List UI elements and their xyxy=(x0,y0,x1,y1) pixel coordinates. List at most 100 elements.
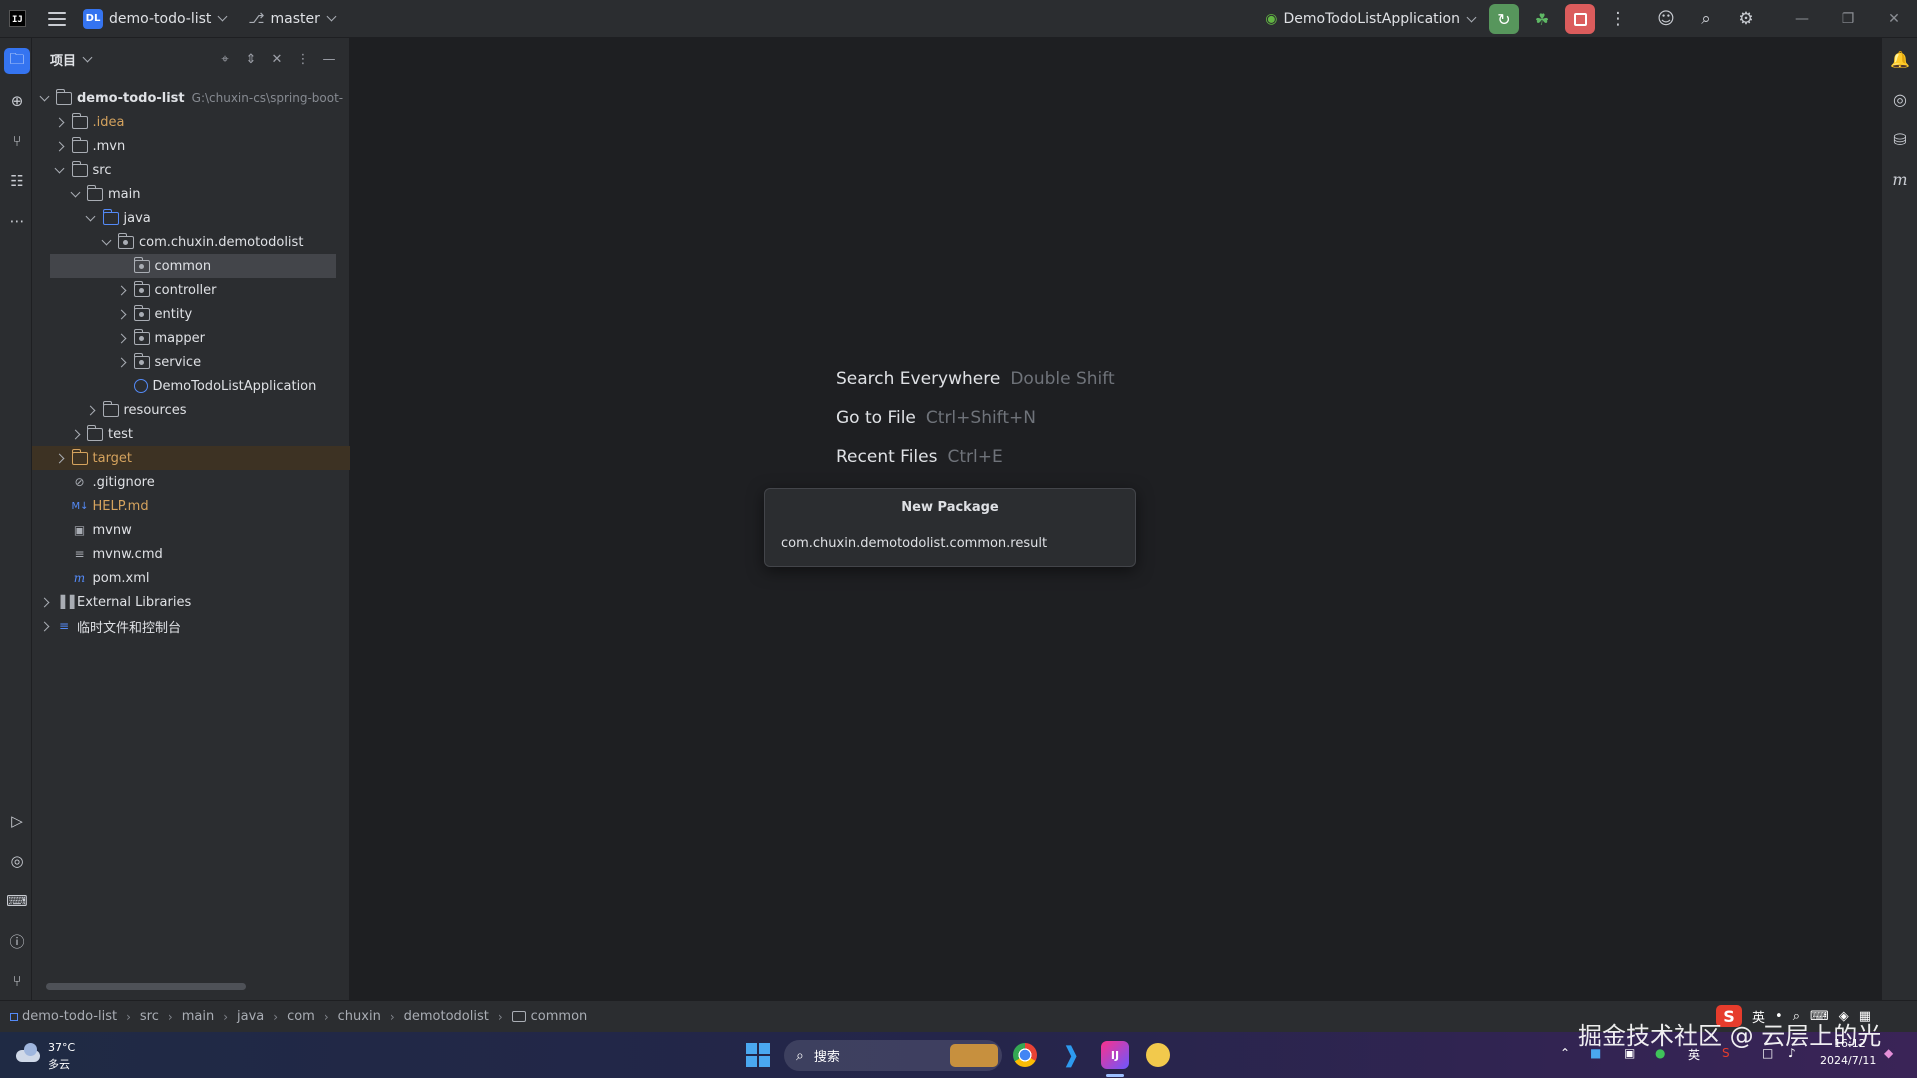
tree-item[interactable]: controller xyxy=(32,278,350,302)
project-tool-folder-icon[interactable]: 🗀 xyxy=(4,48,30,74)
chevron-down-icon[interactable] xyxy=(82,52,93,62)
chevron-right-icon[interactable] xyxy=(116,356,128,368)
chevron-right-icon[interactable] xyxy=(54,452,66,464)
tree-item[interactable]: DemoTodoListApplication xyxy=(32,374,350,398)
tree-item[interactable]: .idea xyxy=(32,110,350,134)
tree-item[interactable]: entity xyxy=(32,302,350,326)
collapse-all-icon[interactable]: ✕ xyxy=(269,52,285,67)
tree-item[interactable]: ⊘ .gitignore xyxy=(32,470,350,494)
hide-panel-icon[interactable]: — xyxy=(321,52,337,67)
notifications-icon[interactable]: 🔔 xyxy=(1887,46,1913,72)
weather-description[interactable]: 多云 xyxy=(48,1056,70,1072)
settings-icon[interactable]: ⚙ xyxy=(1729,4,1763,34)
tray-overflow-chevron-icon[interactable]: ⌃ xyxy=(1560,1046,1570,1060)
chevron-down-icon[interactable] xyxy=(85,212,97,224)
debug-icon[interactable]: ☘ xyxy=(1527,4,1557,34)
chevron-right-icon[interactable] xyxy=(38,596,50,608)
locate-file-icon[interactable]: ⌖ xyxy=(217,52,233,67)
breadcrumb-item[interactable]: demo-todo-list xyxy=(22,1009,117,1024)
tree-item[interactable]: main xyxy=(32,182,350,206)
more-tools-icon[interactable]: ⋯ xyxy=(4,208,30,234)
services-icon[interactable]: ◎ xyxy=(4,848,30,874)
run-icon[interactable]: ▷ xyxy=(4,808,30,834)
chevron-right-icon[interactable] xyxy=(54,140,66,152)
chevron-down-icon[interactable] xyxy=(1466,12,1477,22)
run-config-selector[interactable]: DemoTodoListApplication xyxy=(1284,11,1460,27)
chevron-right-icon[interactable] xyxy=(69,428,81,440)
git-icon[interactable]: ⑂ xyxy=(4,968,30,994)
database-icon[interactable]: ⛁ xyxy=(1887,126,1913,152)
chevron-down-icon[interactable] xyxy=(100,236,112,248)
maven-icon[interactable]: m xyxy=(1887,166,1913,192)
tree-item[interactable]: java xyxy=(32,206,350,230)
chevron-right-icon[interactable] xyxy=(116,308,128,320)
clock-date[interactable]: 2024/7/11 xyxy=(1820,1054,1876,1067)
chevron-down-icon[interactable] xyxy=(54,164,66,176)
rerun-button[interactable]: ↻ xyxy=(1489,4,1519,34)
tree-item[interactable]: m pom.xml xyxy=(32,566,350,590)
options-icon[interactable]: ⋮ xyxy=(295,52,311,67)
chevron-right-icon[interactable] xyxy=(85,404,97,416)
stop-button[interactable] xyxy=(1565,4,1595,34)
tree-item[interactable]: com.chuxin.demotodolist xyxy=(32,230,350,254)
breadcrumb-item[interactable]: common xyxy=(531,1009,588,1024)
hint-action[interactable]: Recent Files xyxy=(836,447,937,467)
breadcrumb-item[interactable]: chuxin xyxy=(338,1009,381,1024)
tree-item[interactable]: ≡ mvnw.cmd xyxy=(32,542,350,566)
windows-start-icon[interactable] xyxy=(746,1043,770,1067)
main-menu-hamburger-icon[interactable] xyxy=(48,11,66,26)
notification-bell-icon[interactable]: ◆ xyxy=(1884,1046,1893,1060)
intellij-idea-icon[interactable]: IJ xyxy=(1101,1041,1129,1069)
problems-icon[interactable]: ⓘ xyxy=(4,928,30,954)
chevron-down-icon[interactable] xyxy=(326,11,337,22)
taskbar-search-box[interactable]: ⌕ 搜索 xyxy=(784,1040,1002,1071)
breadcrumb-item[interactable]: demotodolist xyxy=(404,1009,489,1024)
structure-icon[interactable]: ☷ xyxy=(4,168,30,194)
breadcrumb-item[interactable]: java xyxy=(237,1009,264,1024)
horizontal-scrollbar[interactable] xyxy=(46,983,246,990)
project-panel-title[interactable]: 项目 xyxy=(50,50,76,69)
add-user-icon[interactable]: ☺ xyxy=(1649,4,1683,34)
tree-item[interactable]: target xyxy=(32,446,350,470)
tree-item[interactable]: service xyxy=(32,350,350,374)
chevron-down-icon[interactable] xyxy=(217,11,228,22)
breadcrumb-item[interactable]: src xyxy=(140,1009,159,1024)
more-icon[interactable]: ⋮ xyxy=(1601,4,1635,34)
tree-item[interactable]: resources xyxy=(32,398,350,422)
tree-item[interactable]: ▐▐ External Libraries xyxy=(32,590,350,614)
chevron-right-icon[interactable] xyxy=(116,284,128,296)
pull-requests-icon[interactable]: ⑂ xyxy=(4,128,30,154)
search-icon[interactable]: ⌕ xyxy=(1689,4,1723,34)
hint-action[interactable]: Go to File xyxy=(836,408,916,428)
tree-item[interactable]: M↓ HELP.md xyxy=(32,494,350,518)
breadcrumb-item[interactable]: main xyxy=(182,1009,214,1024)
close-button[interactable]: ✕ xyxy=(1871,0,1917,38)
tree-item[interactable]: common xyxy=(50,254,336,278)
tree-item[interactable]: ≡ 临时文件和控制台 xyxy=(32,614,350,638)
tree-item[interactable]: src xyxy=(32,158,350,182)
chevron-down-icon[interactable] xyxy=(38,92,50,104)
minimize-button[interactable]: — xyxy=(1779,0,1825,38)
weather-cloud-icon[interactable] xyxy=(16,1042,42,1064)
tree-item[interactable]: demo-todo-list G:\chuxin-cs\spring-boot- xyxy=(32,86,350,110)
chevron-right-icon[interactable] xyxy=(54,116,66,128)
chevron-right-icon[interactable] xyxy=(38,620,50,632)
tree-item[interactable]: .mvn xyxy=(32,134,350,158)
weather-temperature[interactable]: 37°C xyxy=(48,1041,75,1054)
chevron-right-icon[interactable] xyxy=(116,332,128,344)
pet-app-icon[interactable] xyxy=(1146,1043,1170,1067)
tree-item[interactable]: test xyxy=(32,422,350,446)
expand-all-icon[interactable]: ⇕ xyxy=(243,52,259,67)
restore-button[interactable]: ❐ xyxy=(1825,0,1871,38)
breadcrumb-item[interactable]: com xyxy=(287,1009,315,1024)
vscode-icon[interactable]: ❱ xyxy=(1057,1041,1085,1069)
commit-icon[interactable]: ⊕ xyxy=(4,88,30,114)
tree-item[interactable]: ▣ mvnw xyxy=(32,518,350,542)
vcs-branch-switcher[interactable]: master xyxy=(271,11,320,27)
chrome-icon[interactable] xyxy=(1013,1043,1037,1067)
chevron-down-icon[interactable] xyxy=(69,188,81,200)
package-name-input[interactable] xyxy=(781,531,1121,555)
project-switcher[interactable]: demo-todo-list xyxy=(109,11,211,27)
hint-action[interactable]: Search Everywhere xyxy=(836,369,1000,389)
tree-item[interactable]: mapper xyxy=(32,326,350,350)
